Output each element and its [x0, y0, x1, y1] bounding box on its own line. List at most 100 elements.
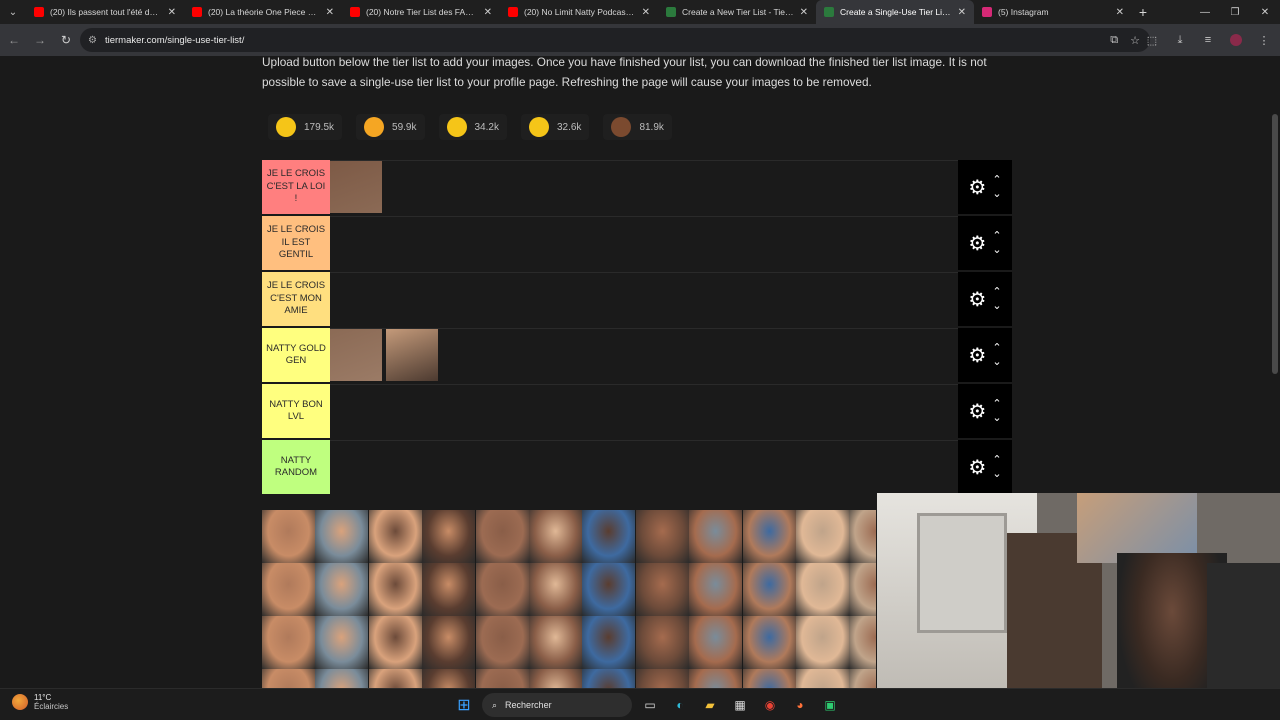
tab-close-icon[interactable]: ✕: [168, 7, 176, 18]
tier-items-dropzone[interactable]: [330, 160, 958, 214]
bank-image-thumbnail[interactable]: [849, 563, 876, 616]
download-icon[interactable]: ⤓: [1170, 28, 1190, 52]
bank-image-thumbnail[interactable]: [315, 510, 369, 563]
bank-image-thumbnail[interactable]: [315, 669, 369, 688]
bank-image-thumbnail[interactable]: [689, 510, 743, 563]
move-down-icon[interactable]: ⌄: [992, 243, 1001, 257]
profile-avatar[interactable]: [1226, 28, 1246, 52]
bank-image-thumbnail[interactable]: [635, 563, 689, 616]
bank-image-thumbnail[interactable]: [528, 510, 582, 563]
bank-image-thumbnail[interactable]: [582, 563, 636, 616]
move-up-icon[interactable]: ⌃: [992, 285, 1001, 299]
translate-icon[interactable]: ⧉: [1110, 34, 1118, 47]
tab-close-icon[interactable]: ✕: [326, 7, 334, 18]
bank-image-thumbnail[interactable]: [422, 669, 476, 688]
bank-image-thumbnail[interactable]: [635, 669, 689, 688]
tier-items-dropzone[interactable]: [330, 384, 958, 438]
bank-image-thumbnail[interactable]: [422, 563, 476, 616]
bank-image-thumbnail[interactable]: [475, 616, 529, 669]
bank-image-thumbnail[interactable]: [795, 616, 849, 669]
tier-label[interactable]: JE LE CROIS IL EST GENTIL: [262, 216, 330, 270]
browser-tab[interactable]: (5) Instagram ✕: [974, 0, 1132, 24]
tier-items-dropzone[interactable]: [330, 328, 958, 382]
back-icon[interactable]: ←: [2, 28, 26, 52]
move-up-icon[interactable]: ⌃: [992, 397, 1001, 411]
chrome-icon[interactable]: ◉: [758, 693, 782, 717]
menu-kebab-icon[interactable]: ⋮: [1254, 28, 1274, 52]
task-view-icon[interactable]: ▭: [638, 693, 662, 717]
close-window-icon[interactable]: ✕: [1250, 0, 1280, 24]
weather-widget[interactable]: 11°C Éclaircies: [12, 693, 68, 711]
edge-icon[interactable]: ◐: [668, 693, 692, 717]
tier-items-dropzone[interactable]: [330, 272, 958, 326]
tier-item-image[interactable]: [386, 329, 438, 381]
store-icon[interactable]: ▦: [728, 693, 752, 717]
tab-close-icon[interactable]: ✕: [484, 7, 492, 18]
reaction-button[interactable]: 59.9k: [356, 114, 425, 140]
bank-image-thumbnail[interactable]: [795, 563, 849, 616]
bank-image-thumbnail[interactable]: [262, 563, 315, 616]
tier-item-image[interactable]: [330, 161, 382, 213]
bank-image-thumbnail[interactable]: [422, 616, 476, 669]
bank-image-thumbnail[interactable]: [582, 669, 636, 688]
browser-tab[interactable]: (20) La théorie One Piece qui ex... ✕: [184, 0, 342, 24]
firefox-icon[interactable]: ◕: [788, 693, 812, 717]
tier-items-dropzone[interactable]: [330, 440, 958, 494]
browser-tab[interactable]: Create a Single-Use Tier List (F... ✕: [816, 0, 974, 24]
bank-image-thumbnail[interactable]: [422, 510, 476, 563]
tier-items-dropzone[interactable]: [330, 216, 958, 270]
new-tab-button[interactable]: +: [1132, 4, 1154, 20]
bank-image-thumbnail[interactable]: [368, 510, 422, 563]
bank-image-thumbnail[interactable]: [315, 563, 369, 616]
bank-image-thumbnail[interactable]: [689, 669, 743, 688]
bank-image-thumbnail[interactable]: [795, 669, 849, 688]
bank-image-thumbnail[interactable]: [849, 510, 876, 563]
browser-tab[interactable]: (20) No Limit Natty Podcast - Y... ✕: [500, 0, 658, 24]
bank-image-thumbnail[interactable]: [528, 669, 582, 688]
bank-image-thumbnail[interactable]: [689, 616, 743, 669]
bank-image-thumbnail[interactable]: [262, 510, 315, 563]
start-icon[interactable]: ⊞: [452, 693, 476, 717]
move-up-icon[interactable]: ⌃: [992, 341, 1001, 355]
gear-icon[interactable]: ⚙: [968, 343, 986, 368]
bank-image-thumbnail[interactable]: [368, 563, 422, 616]
tab-close-icon[interactable]: ✕: [958, 7, 966, 18]
browser-tab[interactable]: (20) Notre Tier List des FAKE Na... ✕: [342, 0, 500, 24]
move-up-icon[interactable]: ⌃: [992, 453, 1001, 467]
move-down-icon[interactable]: ⌄: [992, 187, 1001, 201]
gear-icon[interactable]: ⚙: [968, 399, 986, 424]
bank-image-thumbnail[interactable]: [795, 510, 849, 563]
page-scrollbar[interactable]: [1272, 114, 1278, 374]
app-icon[interactable]: ▣: [818, 693, 842, 717]
media-icon[interactable]: ≡: [1198, 28, 1218, 52]
reaction-button[interactable]: 32.6k: [520, 114, 590, 140]
tab-close-icon[interactable]: ✕: [1116, 7, 1124, 18]
move-up-icon[interactable]: ⌃: [992, 229, 1001, 243]
bank-image-thumbnail[interactable]: [742, 616, 796, 669]
browser-tab[interactable]: (20) Ils passent tout l'été dans l... ✕: [26, 0, 184, 24]
address-bar[interactable]: ⚙ tiermaker.com/single-use-tier-list/ ⧉ …: [80, 28, 1150, 52]
bank-image-thumbnail[interactable]: [368, 616, 422, 669]
bank-image-thumbnail[interactable]: [849, 669, 876, 688]
bank-image-thumbnail[interactable]: [475, 669, 529, 688]
tier-label[interactable]: NATTY GOLD GEN: [262, 328, 330, 382]
bank-image-thumbnail[interactable]: [582, 510, 636, 563]
browser-tab[interactable]: Create a New Tier List - TierMa... ✕: [658, 0, 816, 24]
extensions-icon[interactable]: ⬚: [1142, 28, 1162, 52]
gear-icon[interactable]: ⚙: [968, 287, 986, 312]
bank-image-thumbnail[interactable]: [849, 616, 876, 669]
tab-close-icon[interactable]: ✕: [800, 7, 808, 18]
gear-icon[interactable]: ⚙: [968, 175, 986, 200]
tab-close-icon[interactable]: ✕: [642, 7, 650, 18]
bank-image-thumbnail[interactable]: [262, 669, 315, 688]
gear-icon[interactable]: ⚙: [968, 455, 986, 480]
move-up-icon[interactable]: ⌃: [992, 173, 1001, 187]
move-down-icon[interactable]: ⌄: [992, 411, 1001, 425]
tab-search-icon[interactable]: ⌄: [0, 0, 26, 24]
reaction-button[interactable]: 34.2k: [438, 114, 507, 140]
tier-label[interactable]: NATTY BON LVL: [262, 384, 330, 438]
gear-icon[interactable]: ⚙: [968, 231, 986, 256]
site-info-icon[interactable]: ⚙: [88, 35, 97, 46]
tier-label[interactable]: NATTY RANDOM: [262, 440, 330, 494]
reaction-button[interactable]: 179.5k: [268, 114, 343, 140]
